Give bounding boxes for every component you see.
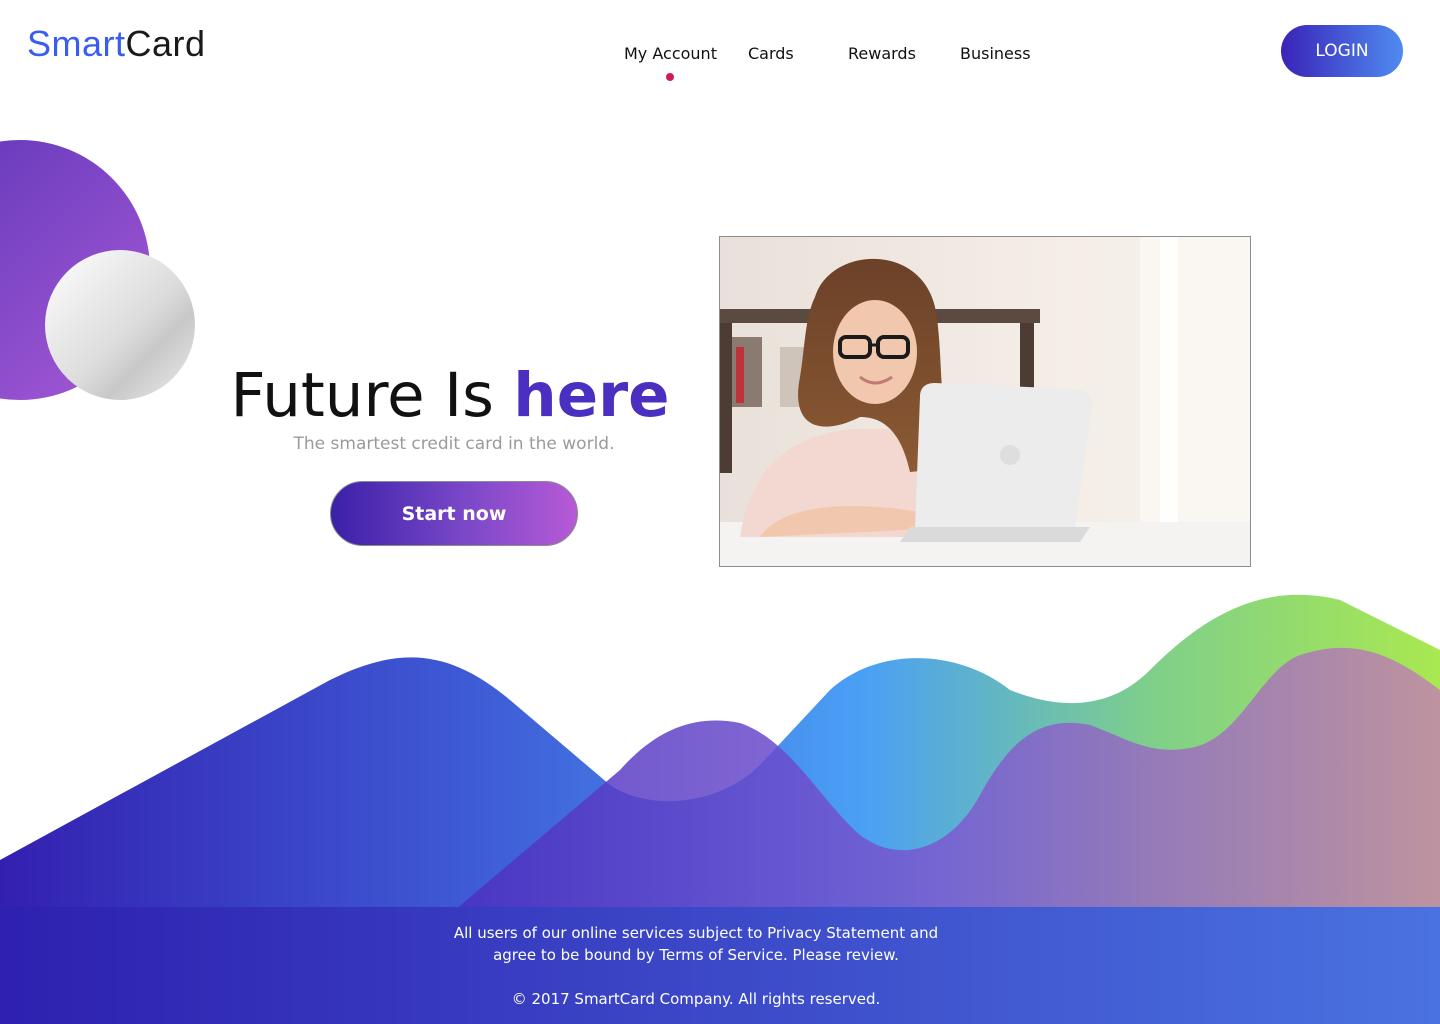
nav-item-label: Rewards [848, 44, 916, 63]
hero-title-accent: here [513, 360, 670, 431]
hero-title-prefix: Future Is [230, 360, 514, 431]
nav-item-label: Cards [748, 44, 794, 63]
footer-copyright: © 2017 SmartCard Company. All rights res… [511, 990, 881, 1008]
nav-item-cards[interactable]: Cards [748, 44, 794, 63]
footer-legal-line-2: agree to be bound by Terms of Service. P… [493, 946, 899, 964]
active-indicator-dot [666, 73, 675, 81]
main-navigation: My Account Cards Rewards Business [0, 44, 1440, 84]
woman-laptop-illustration [720, 237, 1250, 566]
hero-photo [719, 236, 1251, 567]
start-now-button[interactable]: Start now [330, 481, 578, 546]
decorative-waves [0, 594, 1440, 910]
nav-item-business[interactable]: Business [960, 44, 1031, 63]
nav-item-rewards[interactable]: Rewards [848, 44, 916, 63]
footer-legal-line-1: All users of our online services subject… [453, 924, 939, 942]
hero-subtitle: The smartest credit card in the world. [293, 434, 615, 454]
nav-item-label: My Account [624, 44, 717, 63]
nav-item-my-account[interactable]: My Account [624, 44, 717, 81]
login-button[interactable]: LOGIN [1281, 25, 1403, 77]
footer: All users of our online services subject… [0, 907, 1440, 1024]
nav-item-label: Business [960, 44, 1031, 63]
